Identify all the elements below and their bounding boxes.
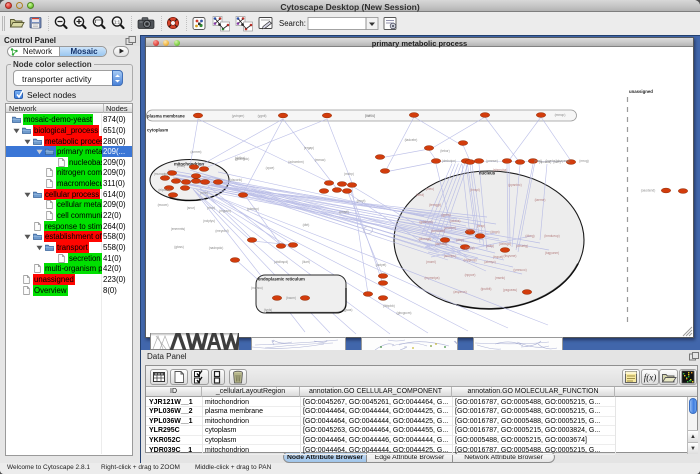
svg-text:(moml): (moml)	[426, 260, 436, 264]
svg-text:(mmac): (mmac)	[315, 158, 326, 162]
svg-text:(lmal): (lmal)	[177, 164, 185, 168]
svg-text:(guangdo): (guangdo)	[235, 157, 250, 161]
svg-text:(gptm): (gptm)	[441, 213, 450, 217]
svg-text:plasma membrane: plasma membrane	[147, 114, 185, 119]
svg-text:endoplasmic reticulum: endoplasmic reticulum	[258, 277, 305, 282]
svg-text:(mrog): (mrog)	[579, 159, 588, 163]
svg-text:(pmnse): (pmnse)	[486, 159, 498, 163]
svg-text:(gtcss): (gtcss)	[174, 245, 184, 249]
svg-text:(gdsbym): (gdsbym)	[419, 220, 432, 224]
svg-text:(psgueas): (psgueas)	[503, 288, 517, 292]
svg-text:(numcu): (numcu)	[251, 286, 263, 290]
svg-text:(oeltsgo): (oeltsgo)	[499, 242, 511, 246]
svg-text:(adrombm): (adrombm)	[288, 160, 304, 164]
svg-text:(dtrt): (dtrt)	[303, 223, 310, 227]
svg-text:(nppce): (nppce)	[465, 273, 476, 277]
svg-text:(mgusn): (mgusn)	[219, 209, 231, 213]
svg-text:(tlsysme): (tlsysme)	[504, 254, 517, 258]
svg-text:(ergap): (ergap)	[304, 146, 314, 150]
svg-text:(rlmd): (rlmd)	[416, 193, 424, 197]
svg-text:(mocm): (mocm)	[158, 203, 169, 207]
svg-text:(tputblt): (tputblt)	[481, 287, 492, 291]
svg-text:(lspn): (lspn)	[466, 228, 474, 232]
svg-text:(tebor): (tebor)	[440, 149, 449, 153]
svg-text:(meycbd): (meycbd)	[215, 229, 228, 233]
svg-text:(mselc): (mselc)	[495, 276, 505, 280]
svg-text:(bmdueup): (bmdueup)	[544, 234, 559, 238]
svg-text:(rtcpp): (rtcpp)	[465, 246, 474, 250]
svg-text:(rrlnc): (rrlnc)	[207, 206, 215, 210]
svg-text:(munagtp): (munagtp)	[154, 172, 169, 176]
svg-text:(ygntl): (ygntl)	[258, 114, 267, 118]
svg-text:(dtrp): (dtrp)	[456, 238, 464, 242]
svg-text:(mymntya): (mymntya)	[424, 276, 439, 280]
svg-text:(tyyls): (tyyls)	[264, 308, 273, 312]
svg-text:unassigned: unassigned	[629, 89, 653, 94]
svg-text:(dslnbta): (dslnbta)	[435, 242, 447, 246]
svg-text:cytoplasm: cytoplasm	[147, 128, 168, 133]
svg-text:(nadnpdo): (nadnpdo)	[209, 246, 224, 250]
svg-text:(ulygcop): (ulygcop)	[463, 258, 476, 262]
svg-text:(ubdbspd): (ubdbspd)	[274, 260, 288, 264]
svg-text:(oaodend): (oaodend)	[641, 189, 656, 193]
svg-text:(snur): (snur)	[187, 206, 195, 210]
svg-text:(uotyel): (uotyel)	[376, 263, 387, 267]
svg-text:(odaos): (odaos)	[450, 219, 461, 223]
svg-text:(abrmcba): (abrmcba)	[493, 168, 508, 172]
svg-text:(nbapeng): (nbapeng)	[556, 159, 571, 163]
svg-text:(dlunrgd): (dlunrgd)	[419, 237, 432, 241]
svg-text:(dngn): (dngn)	[490, 230, 499, 234]
svg-text:(gbcgccm): (gbcgccm)	[397, 311, 412, 315]
svg-text:(bacm): (bacm)	[286, 296, 296, 300]
svg-text:(ppsntnc): (ppsntnc)	[508, 183, 521, 187]
svg-text:Search:: Search:	[279, 19, 306, 28]
svg-text:(abmyc): (abmyc)	[484, 260, 496, 264]
svg-text:(nclplys): (nclplys)	[203, 219, 215, 223]
svg-text:(mcbp): (mcbp)	[344, 172, 354, 176]
svg-text:(enol): (enol)	[534, 159, 542, 163]
svg-text:(ootp): (ootp)	[486, 244, 494, 248]
svg-text:(dmbctpn): (dmbctpn)	[442, 159, 456, 163]
svg-text:(dtmg): (dtmg)	[525, 234, 534, 238]
svg-text:(elpdcs): (elpdcs)	[158, 188, 169, 192]
svg-text:(yutnpm): (yutnpm)	[232, 114, 245, 118]
svg-text:(tadcebr): (tadcebr)	[405, 138, 418, 142]
svg-text:(cyce): (cyce)	[266, 166, 275, 170]
svg-text:(temggt): (temggt)	[429, 203, 441, 207]
svg-text:(tugyunm): (tugyunm)	[545, 251, 559, 255]
svg-text:(mnyl): (mnyl)	[357, 199, 366, 203]
svg-text:(ymnuco): (ymnuco)	[513, 268, 526, 272]
svg-text:(dtruetg): (dtruetg)	[516, 244, 528, 248]
svg-text:(anmm): (anmm)	[191, 150, 202, 154]
svg-text:(lbbpbb): (lbbpbb)	[383, 304, 395, 308]
svg-text:1:1: 1:1	[114, 20, 121, 25]
svg-text:(lcmdodb): (lcmdodb)	[431, 229, 445, 233]
svg-text:(uromm): (uromm)	[444, 226, 456, 230]
svg-text:(trcpat): (trcpat)	[493, 255, 503, 259]
svg-text:f(x): f(x)	[644, 373, 657, 383]
svg-text:(lluet): (lluet)	[302, 260, 310, 264]
svg-text:(asyaros): (asyaros)	[453, 290, 466, 294]
svg-text:(cteu): (cteu)	[426, 187, 434, 191]
svg-text:(dscorlc): (dscorlc)	[230, 178, 242, 182]
svg-text:(numu): (numu)	[365, 114, 375, 118]
svg-text:(pbmbp): (pbmbp)	[247, 207, 259, 211]
svg-text:(aooltpu): (aooltpu)	[444, 254, 457, 258]
svg-text:(laeme): (laeme)	[535, 198, 546, 202]
svg-text:(ymytl): (ymytl)	[339, 210, 349, 214]
svg-text:(rrnb): (rrnb)	[200, 191, 208, 195]
svg-text:(enemnts): (enemnts)	[171, 227, 185, 231]
svg-text:(mmcp): (mmcp)	[555, 113, 566, 117]
svg-text:(bnspl): (bnspl)	[470, 188, 480, 192]
svg-text:(nrsp): (nrsp)	[477, 224, 485, 228]
svg-text:(gsas): (gsas)	[344, 308, 353, 312]
